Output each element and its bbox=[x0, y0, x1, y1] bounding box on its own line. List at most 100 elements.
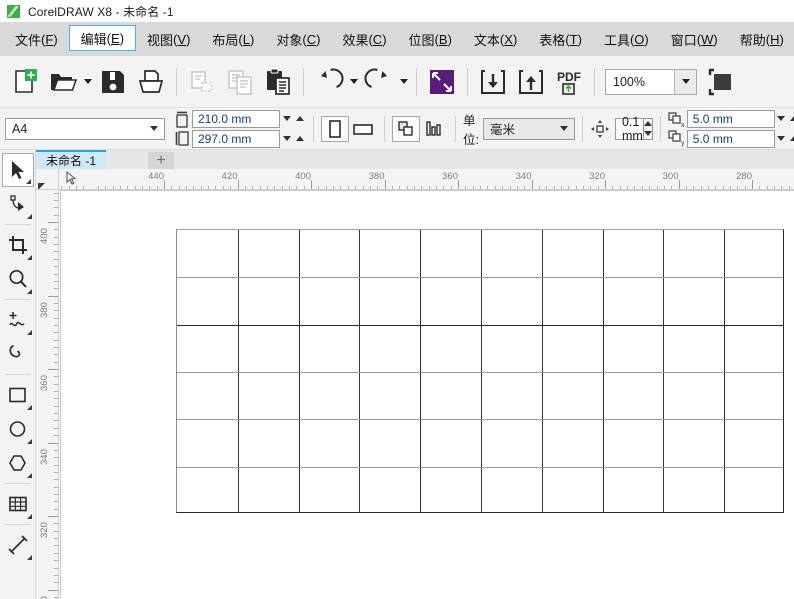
table-cell[interactable] bbox=[663, 372, 724, 419]
horizontal-ruler[interactable]: 440420400380360340320300280260 bbox=[59, 169, 794, 190]
export-pdf-button[interactable]: PDF bbox=[550, 62, 588, 102]
table-cell[interactable] bbox=[481, 372, 542, 419]
table-cell[interactable] bbox=[724, 230, 785, 277]
table-cell[interactable] bbox=[542, 325, 603, 372]
new-document-tab-button[interactable]: + bbox=[148, 152, 174, 169]
zoom-tool-button[interactable] bbox=[2, 262, 34, 296]
menu-view[interactable]: 视图(V) bbox=[136, 24, 201, 54]
menu-edit[interactable]: 编辑(E) bbox=[69, 25, 136, 51]
new-document-button[interactable] bbox=[6, 62, 44, 102]
undo-button[interactable] bbox=[310, 62, 348, 102]
redo-button[interactable] bbox=[360, 62, 398, 102]
copy-button[interactable] bbox=[221, 62, 259, 102]
table-cell[interactable] bbox=[359, 230, 420, 277]
table-cell[interactable] bbox=[724, 372, 785, 419]
menu-effects[interactable]: 效果(C) bbox=[331, 24, 397, 54]
table-cell[interactable] bbox=[420, 230, 481, 277]
table-cell[interactable] bbox=[177, 325, 238, 372]
table-cell[interactable] bbox=[724, 467, 785, 514]
table-cell[interactable] bbox=[663, 467, 724, 514]
open-document-dropdown[interactable] bbox=[82, 62, 94, 102]
table-cell[interactable] bbox=[177, 277, 238, 324]
duplicate-distance-x-input[interactable]: 5.0 mm bbox=[687, 110, 775, 128]
duplicate-distance-y-input[interactable]: 5.0 mm bbox=[687, 130, 775, 148]
fullscreen-preview-button[interactable] bbox=[703, 62, 741, 102]
menu-object[interactable]: 对象(C) bbox=[265, 24, 331, 54]
chevron-up-icon[interactable] bbox=[644, 121, 652, 126]
chevron-down-icon[interactable] bbox=[777, 136, 785, 141]
table-cell[interactable] bbox=[420, 467, 481, 514]
table-cell[interactable] bbox=[420, 277, 481, 324]
menu-help[interactable]: 帮助(H) bbox=[729, 24, 794, 54]
zoom-level-combo[interactable]: 100% bbox=[605, 69, 697, 95]
search-content-button[interactable] bbox=[423, 62, 461, 102]
table-cell[interactable] bbox=[663, 277, 724, 324]
table-cell[interactable] bbox=[724, 277, 785, 324]
portrait-orientation-button[interactable] bbox=[321, 116, 349, 142]
table-cell[interactable] bbox=[299, 325, 360, 372]
open-document-button[interactable] bbox=[44, 62, 82, 102]
page-size-combo[interactable]: A4 bbox=[5, 118, 165, 140]
table-cell[interactable] bbox=[177, 372, 238, 419]
table-cell[interactable] bbox=[299, 277, 360, 324]
chevron-up-icon[interactable] bbox=[296, 116, 304, 121]
page-height-input[interactable]: 297.0 mm bbox=[192, 130, 280, 148]
freehand-tool-flyout-icon[interactable] bbox=[27, 330, 32, 335]
landscape-orientation-button[interactable] bbox=[349, 116, 377, 142]
export-button[interactable] bbox=[512, 62, 550, 102]
shape-tool-flyout-icon[interactable] bbox=[27, 214, 32, 219]
table-cell[interactable] bbox=[299, 372, 360, 419]
table-cell[interactable] bbox=[238, 230, 299, 277]
table-cell[interactable] bbox=[663, 230, 724, 277]
table-cell[interactable] bbox=[663, 419, 724, 466]
save-button[interactable] bbox=[94, 62, 132, 102]
chevron-up-icon[interactable] bbox=[296, 136, 304, 141]
nudge-distance-spinner[interactable] bbox=[644, 118, 653, 140]
table-cell[interactable] bbox=[481, 230, 542, 277]
table-cell[interactable] bbox=[359, 325, 420, 372]
ellipse-tool-flyout-icon[interactable] bbox=[27, 439, 32, 444]
table-cell[interactable] bbox=[542, 467, 603, 514]
duplicate-y-spinner[interactable] bbox=[775, 130, 794, 148]
pick-tool-button[interactable] bbox=[2, 153, 34, 187]
cut-button[interactable] bbox=[183, 62, 221, 102]
document-tab[interactable]: 未命名 -1 bbox=[36, 150, 106, 169]
menu-text[interactable]: 文本(X) bbox=[463, 24, 528, 54]
page-size-dropdown-button[interactable] bbox=[144, 119, 164, 139]
ellipse-tool-button[interactable] bbox=[2, 412, 34, 446]
menu-window[interactable]: 窗口(W) bbox=[660, 24, 729, 54]
menu-table[interactable]: 表格(T) bbox=[528, 24, 593, 54]
page-height-spinner[interactable] bbox=[280, 130, 306, 148]
duplicate-x-spinner[interactable] bbox=[775, 110, 794, 128]
vertical-ruler[interactable]: 400380360340320300 bbox=[36, 190, 59, 599]
table-cell[interactable] bbox=[238, 419, 299, 466]
table-cell[interactable] bbox=[481, 419, 542, 466]
table-cell[interactable] bbox=[603, 467, 664, 514]
unit-dropdown-button[interactable] bbox=[554, 119, 574, 139]
paste-button[interactable] bbox=[259, 62, 297, 102]
freehand-tool-button[interactable] bbox=[2, 303, 34, 337]
table-cell[interactable] bbox=[177, 230, 238, 277]
table-cell[interactable] bbox=[542, 230, 603, 277]
dimension-tool-flyout-icon[interactable] bbox=[27, 555, 32, 560]
table-cell[interactable] bbox=[359, 467, 420, 514]
table-cell[interactable] bbox=[238, 467, 299, 514]
chevron-up-icon[interactable] bbox=[790, 116, 794, 121]
table-cell[interactable] bbox=[238, 277, 299, 324]
polygon-tool-flyout-icon[interactable] bbox=[27, 473, 32, 478]
unit-combo[interactable]: 毫米 bbox=[483, 118, 575, 140]
table-cell[interactable] bbox=[359, 277, 420, 324]
chevron-down-icon[interactable] bbox=[644, 131, 652, 136]
chevron-up-icon[interactable] bbox=[790, 136, 794, 141]
table-cell[interactable] bbox=[603, 419, 664, 466]
table-object[interactable] bbox=[176, 229, 784, 513]
table-cell[interactable] bbox=[603, 325, 664, 372]
table-cell[interactable] bbox=[420, 372, 481, 419]
zoom-tool-flyout-icon[interactable] bbox=[27, 289, 32, 294]
all-pages-button[interactable] bbox=[392, 116, 420, 142]
print-button[interactable] bbox=[132, 62, 170, 102]
table-cell[interactable] bbox=[481, 467, 542, 514]
table-cell[interactable] bbox=[177, 419, 238, 466]
chevron-down-icon[interactable] bbox=[777, 116, 785, 121]
menu-tools[interactable]: 工具(O) bbox=[593, 24, 660, 54]
